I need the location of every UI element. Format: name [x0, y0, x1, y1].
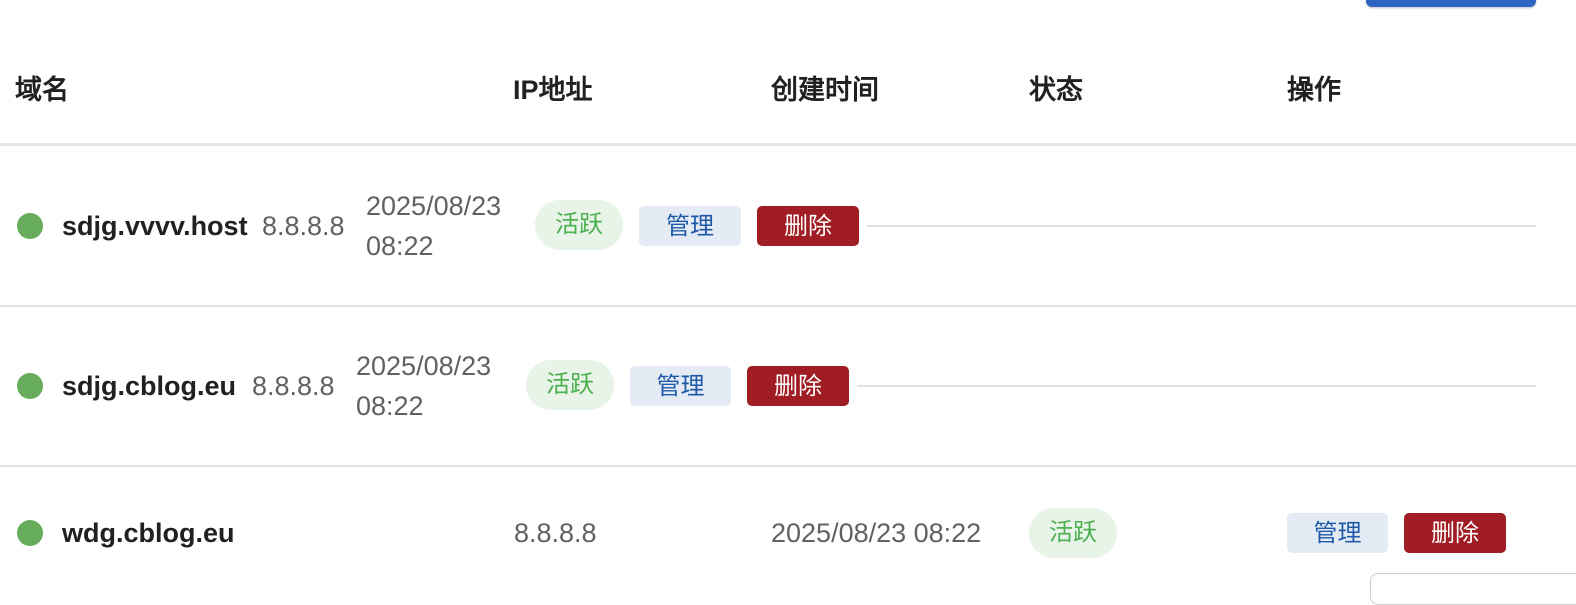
column-header-ip: IP地址	[513, 75, 593, 105]
column-header-created: 创建时间	[771, 75, 879, 105]
domain-name: sdjg.vvvv.host	[62, 211, 248, 241]
manage-button[interactable]: 管理	[1287, 513, 1388, 553]
created-time: 2025/08/23 08:22	[771, 518, 982, 548]
delete-button[interactable]: 删除	[1404, 513, 1506, 553]
row-divider-line	[867, 225, 1536, 227]
created-time: 2025/08/23 08:22	[366, 186, 501, 266]
created-clock: 08:22	[366, 231, 434, 261]
column-header-actions: 操作	[1287, 75, 1341, 105]
delete-button[interactable]: 删除	[757, 206, 859, 246]
status-dot-icon	[17, 520, 43, 546]
ip-address: 8.8.8.8	[262, 211, 345, 241]
manage-button[interactable]: 管理	[630, 366, 731, 406]
row-divider-line	[857, 385, 1536, 387]
status-badge: 活跃	[535, 200, 623, 250]
ip-address: 8.8.8.8	[514, 518, 597, 548]
created-time: 2025/08/23 08:22	[356, 346, 491, 426]
ip-address: 8.8.8.8	[252, 371, 335, 401]
table-row: wdg.cblog.eu 8.8.8.8 2025/08/23 08:22 活跃…	[0, 467, 1576, 584]
delete-button[interactable]: 删除	[747, 366, 849, 406]
table-header: 域名 IP地址 创建时间 状态 操作	[0, 0, 1576, 146]
manage-button[interactable]: 管理	[639, 206, 741, 246]
status-dot-icon	[17, 373, 43, 399]
status-badge: 活跃	[526, 360, 614, 410]
created-clock: 08:22	[356, 391, 424, 421]
status-dot-icon	[17, 213, 43, 239]
floating-panel-edge	[1370, 573, 1576, 605]
table-row: sdjg.cblog.eu 8.8.8.8 2025/08/23 08:22 活…	[0, 307, 1576, 467]
status-badge: 活跃	[1029, 508, 1117, 558]
domain-name: wdg.cblog.eu	[62, 518, 235, 548]
created-date: 2025/08/23	[356, 351, 492, 381]
column-header-status: 状态	[1029, 75, 1083, 105]
table-row: sdjg.vvvv.host 8.8.8.8 2025/08/23 08:22 …	[0, 146, 1576, 307]
domain-name: sdjg.cblog.eu	[62, 371, 237, 401]
created-date: 2025/08/23	[366, 191, 502, 221]
column-header-domain: 域名	[15, 75, 69, 105]
